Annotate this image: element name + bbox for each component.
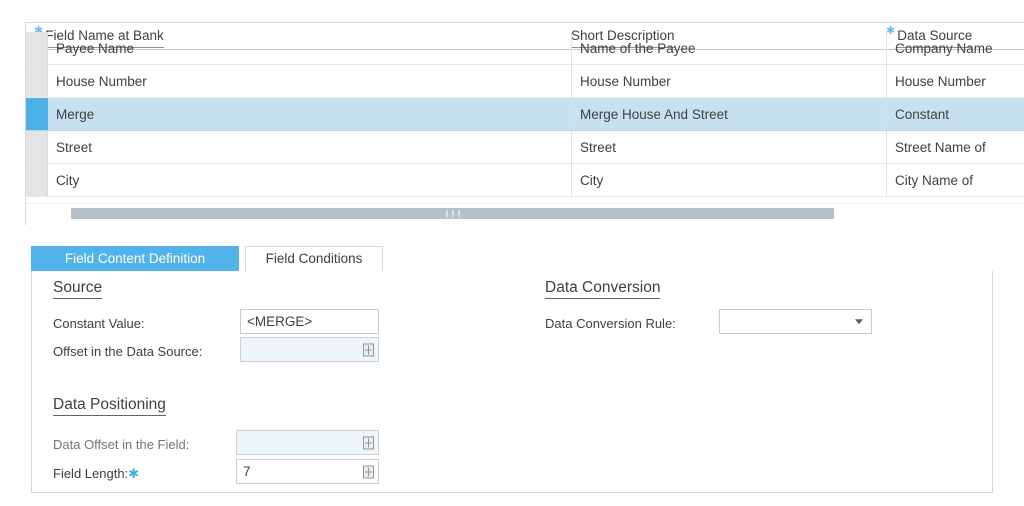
data-offset-in-the-field-input[interactable]	[236, 430, 379, 455]
cell-short-description: House Number	[571, 65, 886, 97]
tab-label: Field Conditions	[263, 247, 365, 272]
label-data-conversion-rule: Data Conversion Rule:	[545, 316, 676, 331]
tab-label: Field Content Definition	[62, 247, 208, 272]
application-screen: ✱ Field Name at Bank Short Description ✱ D…	[0, 0, 1024, 506]
row-selector-handle[interactable]	[26, 32, 48, 64]
section-heading-data-conversion: Data Conversion	[545, 279, 661, 299]
section-heading-data-positioning: Data Positioning	[53, 396, 166, 416]
data-conversion-rule-select[interactable]	[719, 309, 872, 334]
value-help-grid-icon[interactable]	[363, 343, 374, 356]
cell-field-name: Merge	[56, 107, 95, 122]
section-heading-label: Data Conversion	[545, 279, 661, 299]
cell-data-source: Company Name	[886, 32, 1024, 64]
table-row-selected[interactable]: Merge Merge House And Street Constant	[26, 98, 1024, 131]
label-field-length-text: Field Length:	[53, 466, 129, 481]
label-offset-in-data-source: Offset in the Data Source:	[53, 344, 203, 359]
cell-field-name: House Number	[56, 74, 147, 89]
table-horizontal-scrollbar[interactable]	[26, 203, 1024, 225]
section-heading-label: Source	[53, 279, 103, 299]
tab-field-content-definition[interactable]: Field Content Definition	[31, 246, 239, 272]
label-constant-value: Constant Value:	[53, 316, 145, 331]
scrollbar-thumb[interactable]	[71, 208, 834, 219]
field-length-input[interactable]: 7	[236, 459, 379, 484]
section-heading-label: Data Positioning	[53, 396, 166, 416]
row-selector-handle[interactable]	[26, 131, 48, 163]
row-selector-handle[interactable]	[26, 65, 48, 97]
cell-data-source: House Number	[886, 65, 1024, 97]
constant-value-input[interactable]: <MERGE>	[240, 309, 379, 334]
section-heading-source: Source	[53, 279, 103, 299]
cell-field-name: Payee Name	[56, 41, 135, 56]
cell-short-description: Merge House And Street	[571, 98, 886, 130]
row-selector-handle[interactable]	[26, 98, 48, 130]
table-row[interactable]: House Number House Number House Number	[26, 65, 1024, 98]
cell-data-source: City Name of	[886, 164, 1024, 196]
offset-in-data-source-input[interactable]	[240, 337, 379, 362]
table-row[interactable]: City City City Name of	[26, 164, 1024, 197]
value-help-grid-icon[interactable]	[363, 436, 374, 449]
tab-field-conditions[interactable]: Field Conditions	[245, 246, 383, 272]
value-help-grid-icon[interactable]	[363, 465, 374, 478]
field-content-definition-panel: Source Constant Value: <MERGE> Offset in…	[31, 271, 993, 493]
field-mapping-table: ✱ Field Name at Bank Short Description ✱ D…	[25, 22, 1024, 225]
cell-data-source: Constant	[886, 98, 1024, 130]
cell-field-name: Street	[56, 140, 93, 155]
constant-value-text: <MERGE>	[247, 314, 313, 329]
cell-field-name: City	[56, 173, 80, 188]
chevron-down-icon[interactable]	[855, 318, 863, 324]
row-selector-handle[interactable]	[26, 164, 48, 196]
cell-short-description: Name of the Payee	[571, 32, 886, 64]
table-row[interactable]: Payee Name Name of the Payee Company Nam…	[26, 32, 1024, 65]
label-field-length: Field Length:✱	[53, 465, 139, 482]
table-body: Payee Name Name of the Payee Company Nam…	[26, 32, 1024, 202]
required-asterisk-icon: ✱	[128, 466, 140, 481]
scrollbar-grip-icon	[446, 210, 459, 217]
cell-short-description: City	[571, 164, 886, 196]
label-data-offset-in-the-field: Data Offset in the Field:	[53, 437, 190, 452]
table-row[interactable]: Street Street Street Name of	[26, 131, 1024, 164]
field-length-text: 7	[243, 464, 251, 479]
cell-data-source: Street Name of	[886, 131, 1024, 163]
cell-short-description: Street	[571, 131, 886, 163]
